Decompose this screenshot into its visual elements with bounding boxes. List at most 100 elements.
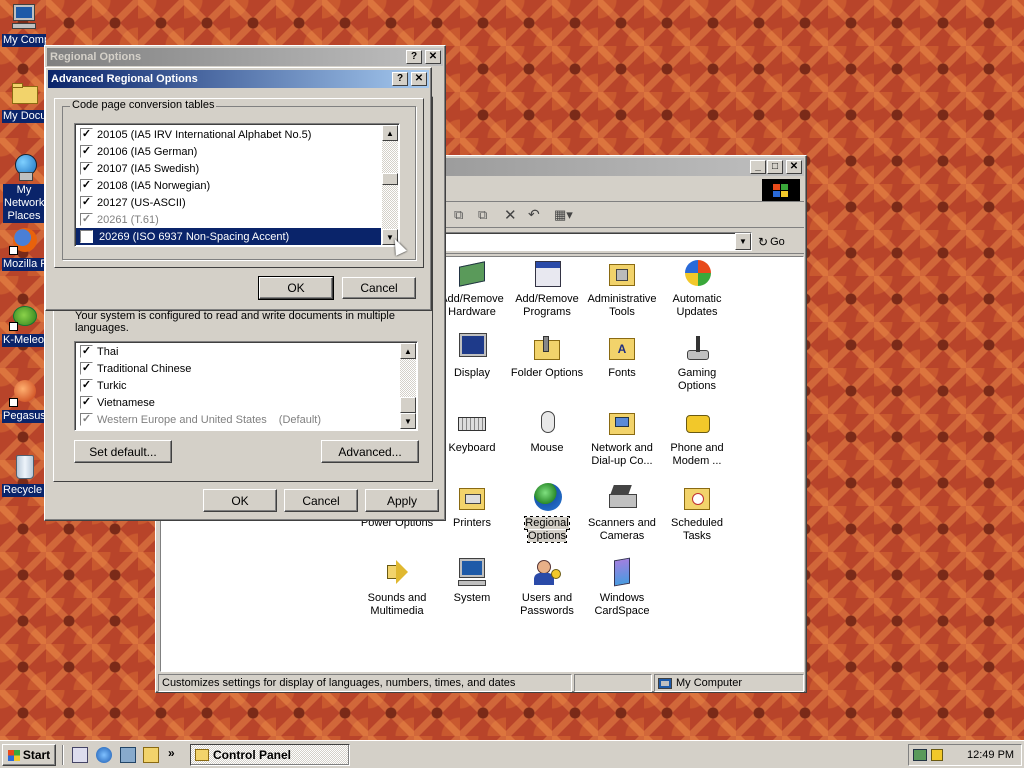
cp-item-folder-options[interactable]: Folder Options <box>509 332 585 380</box>
windows-logo-icon <box>762 179 800 201</box>
start-button[interactable]: Start <box>2 744 56 766</box>
taskbar-control-panel-button[interactable]: Control Panel <box>190 744 350 766</box>
explorer-icon[interactable] <box>143 747 159 763</box>
cancel-button[interactable]: Cancel <box>342 277 416 299</box>
help-button[interactable]: ? <box>392 72 408 86</box>
desktop-icon-firefox[interactable]: ↗ Mozilla Firefox <box>2 226 46 274</box>
delete-icon[interactable]: ✕ <box>504 206 522 224</box>
show-desktop-icon[interactable] <box>72 747 88 763</box>
cp-item-scheduled-tasks[interactable]: Scheduled Tasks <box>659 482 735 543</box>
checkbox[interactable]: ✓ <box>80 379 93 392</box>
minimize-button[interactable]: _ <box>750 160 766 174</box>
apply-button[interactable]: Apply <box>365 489 439 512</box>
code-page-item[interactable]: ✓ 20106 (IA5 German) <box>76 143 381 160</box>
code-page-item-selected[interactable]: ✓ 20269 (ISO 6937 Non-Spacing Accent) <box>76 228 381 245</box>
cp-item-network-dialup[interactable]: Network and Dial-up Co... <box>584 407 660 468</box>
dropdown-arrow-icon[interactable]: ▼ <box>735 233 751 250</box>
language-item[interactable]: ✓ Thai <box>76 343 399 360</box>
set-default-button[interactable]: Set default... <box>74 440 172 463</box>
outlook-express-icon[interactable] <box>120 747 136 763</box>
code-page-label: 20106 (IA5 German) <box>97 145 198 158</box>
cp-item-gaming-options[interactable]: Gaming Options <box>659 332 735 393</box>
copy-to-icon[interactable]: ⧉ <box>478 207 496 225</box>
code-page-item[interactable]: ✓ 20105 (IA5 IRV International Alphabet N… <box>76 126 381 143</box>
cancel-button[interactable]: Cancel <box>284 489 358 512</box>
language-scrollbar[interactable]: ▲ ▼ <box>400 343 416 429</box>
system-computer-icon <box>456 557 488 589</box>
code-page-item[interactable]: ✓ 20108 (IA5 Norwegian) <box>76 177 381 194</box>
close-button[interactable]: ✕ <box>425 50 441 64</box>
desktop-icon-my-computer[interactable]: My Computer <box>2 2 46 50</box>
desktop-icon-label: Mozilla Firefox <box>2 258 46 271</box>
code-page-list[interactable]: ✓ 20105 (IA5 IRV International Alphabet N… <box>74 123 400 247</box>
cp-item-users-passwords[interactable]: Users and Passwords <box>509 557 585 618</box>
checkbox[interactable]: ✓ <box>80 362 93 375</box>
code-page-item[interactable]: ✓ 20127 (US-ASCII) <box>76 194 381 211</box>
regional-options-titlebar[interactable]: Regional Options ? ✕ <box>47 48 443 66</box>
language-item[interactable]: ✓ Turkic <box>76 377 399 394</box>
desktop-icon-k-meleon[interactable]: ↗ K-Meleon <box>2 302 46 350</box>
language-label: Traditional Chinese <box>97 362 192 375</box>
checkbox[interactable]: ✓ <box>80 162 93 175</box>
language-label: Turkic <box>97 379 127 392</box>
more-quicklaunch-icon[interactable]: » <box>168 746 175 760</box>
computer-icon <box>9 2 39 32</box>
hardware-icon <box>456 258 488 290</box>
cp-item-add-remove-programs[interactable]: Add/Remove Programs <box>509 258 585 319</box>
cp-item-sounds-multimedia[interactable]: Sounds and Multimedia <box>359 557 435 618</box>
network-tray-icon[interactable] <box>913 749 927 761</box>
printers-folder-icon <box>456 482 488 514</box>
cp-item-administrative-tools[interactable]: Administrative Tools <box>584 258 660 319</box>
cp-item-fonts[interactable]: A Fonts <box>584 332 660 380</box>
internet-explorer-icon[interactable] <box>96 747 112 763</box>
desktop-icon-my-documents[interactable]: My Documents <box>2 78 46 126</box>
language-item[interactable]: ✓ Vietnamese <box>76 394 399 411</box>
go-button[interactable]: ↻ Go <box>758 232 798 252</box>
language-item[interactable]: ✓ Traditional Chinese <box>76 360 399 377</box>
cp-item-system[interactable]: System <box>434 557 510 605</box>
clock[interactable]: 12:49 PM <box>967 749 1014 761</box>
checkbox[interactable]: ✓ <box>80 179 93 192</box>
desktop-icon-pegasus[interactable]: ↗ Pegasus <box>2 378 46 426</box>
network-folder-icon <box>606 407 638 439</box>
language-label: Western Europe and United States <box>97 413 267 426</box>
checkbox[interactable]: ✓ <box>80 396 93 409</box>
checkbox[interactable]: ✓ <box>80 128 93 141</box>
language-list[interactable]: ✓ Thai ✓ Traditional Chinese ✓ Turkic ✓ Viet… <box>74 341 418 431</box>
code-page-item[interactable]: ✓ 20107 (IA5 Swedish) <box>76 160 381 177</box>
scroll-thumb[interactable] <box>400 397 416 413</box>
undo-icon[interactable]: ↶ <box>528 206 546 224</box>
move-to-icon[interactable]: ⧉ <box>454 207 472 225</box>
checkbox[interactable]: ✓ <box>80 230 93 243</box>
cp-item-windows-cardspace[interactable]: Windows CardSpace <box>584 557 660 618</box>
code-page-scrollbar[interactable]: ▲ ▼ <box>382 125 398 245</box>
cp-item-mouse[interactable]: Mouse <box>509 407 585 455</box>
cp-item-automatic-updates[interactable]: Automatic Updates <box>659 258 735 319</box>
scroll-up-icon[interactable]: ▲ <box>382 125 398 141</box>
desktop-icon-network-places[interactable]: My Network Places <box>2 152 46 226</box>
advanced-button[interactable]: Advanced... <box>321 440 419 463</box>
volume-tray-icon[interactable] <box>931 749 943 761</box>
checkbox[interactable]: ✓ <box>80 145 93 158</box>
cp-item-regional-options[interactable]: Regional Options <box>509 482 585 543</box>
cp-item-phone-modem[interactable]: Phone and Modem ... <box>659 407 735 468</box>
views-icon[interactable]: ▦▾ <box>554 207 580 225</box>
advanced-options-titlebar[interactable]: Advanced Regional Options ? ✕ <box>48 70 429 88</box>
ok-button[interactable]: OK <box>203 489 277 512</box>
checkbox[interactable]: ✓ <box>80 345 93 358</box>
scroll-down-icon[interactable]: ▼ <box>400 413 416 429</box>
scroll-thumb[interactable] <box>382 173 398 185</box>
scroll-up-icon[interactable]: ▲ <box>400 343 416 359</box>
maximize-button[interactable]: □ <box>767 160 783 174</box>
ok-button[interactable]: OK <box>258 276 334 300</box>
taskbar-separator <box>62 745 64 765</box>
cp-item-scanners-cameras[interactable]: Scanners and Cameras <box>584 482 660 543</box>
checkbox[interactable]: ✓ <box>80 196 93 209</box>
close-button[interactable]: ✕ <box>411 72 427 86</box>
help-button[interactable]: ? <box>406 50 422 64</box>
cp-item-label: Scheduled Tasks <box>671 517 723 542</box>
cp-item-label: Folder Options <box>510 367 584 379</box>
close-button[interactable]: ✕ <box>786 160 802 174</box>
desktop-icon-label: Recycle Bin <box>2 484 46 497</box>
desktop-icon-recycle-bin[interactable]: Recycle Bin <box>2 452 46 500</box>
